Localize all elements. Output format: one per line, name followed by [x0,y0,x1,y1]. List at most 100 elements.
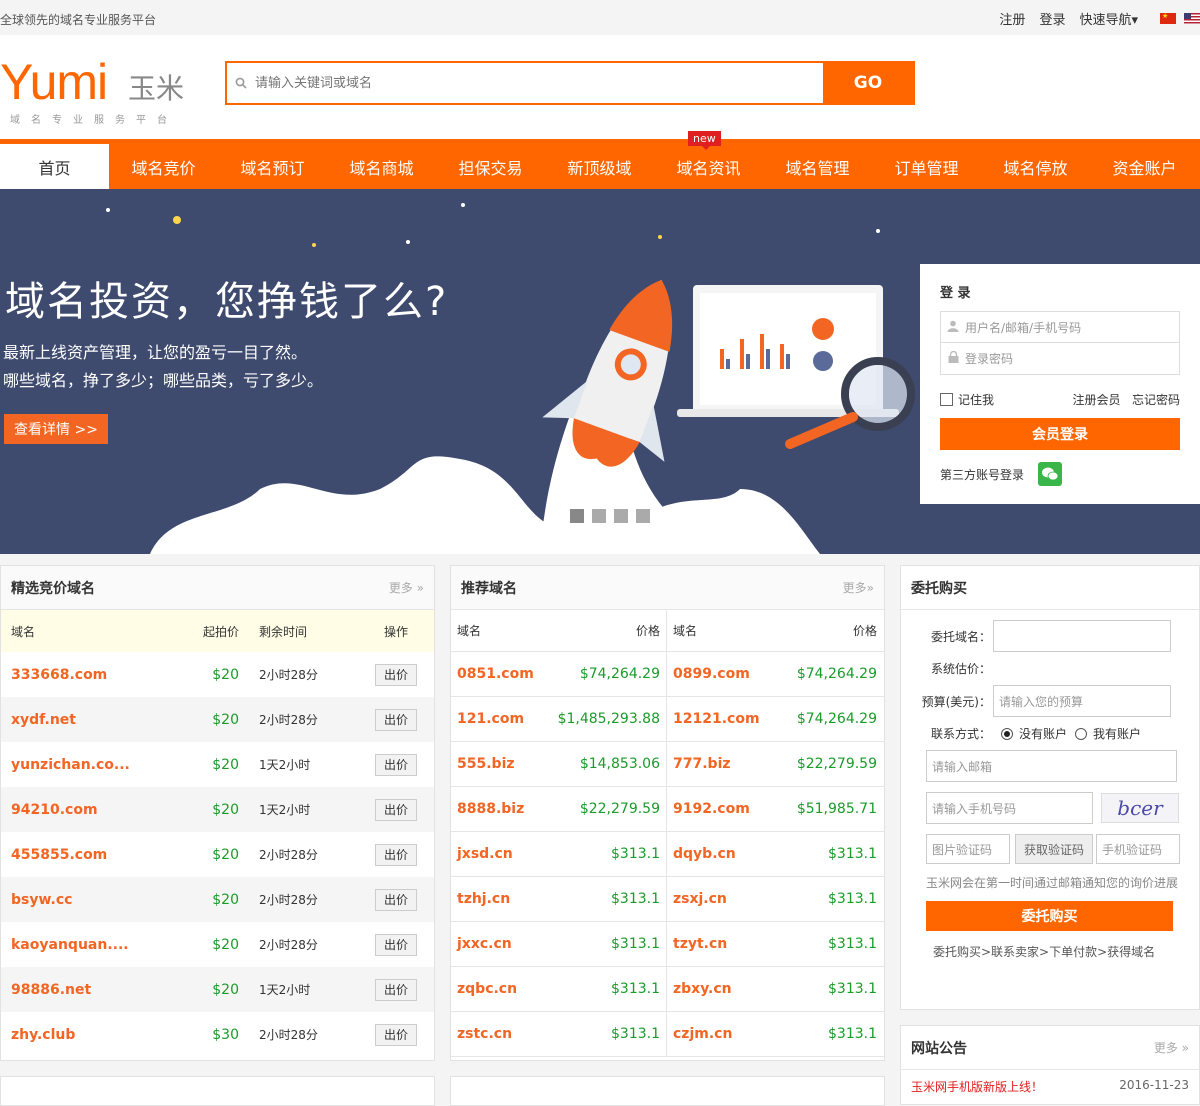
domain-link[interactable]: 12121.com [673,711,760,727]
nav-item[interactable]: 首页 [0,144,109,189]
domain-link[interactable]: jxsd.cn [457,846,513,862]
entrust-domain-input[interactable] [993,620,1171,652]
nav-item[interactable]: 域名竞价 [109,139,218,189]
nav-item-label: 域名竞价 [131,159,196,178]
password-field[interactable]: 登录密码 [940,343,1180,375]
china-flag-icon[interactable] [1160,12,1176,24]
time-left: 2小时28分 [259,848,318,862]
email-input[interactable]: 请输入邮箱 [926,750,1177,782]
domain-link[interactable]: tzyt.cn [673,936,727,952]
nav-item[interactable]: 域名停放 [981,139,1090,189]
nav-item[interactable]: 域名资讯 new [654,131,763,189]
recommend-cell: 777.biz $22,279.59 [667,742,883,786]
table-row: zqbc.cn $313.1 zbxy.cn $313.1 [451,967,884,1012]
domain-price: $313.1 [828,891,877,907]
bid-button[interactable]: 出价 [375,1023,417,1046]
username-field[interactable]: 用户名/邮箱/手机号码 [940,311,1180,343]
bid-button[interactable]: 出价 [375,753,417,776]
domain-link[interactable]: 333668.com [1,667,161,683]
domain-link[interactable]: tzhj.cn [457,891,510,907]
remember-me-checkbox[interactable]: 记住我 [940,391,994,408]
domain-link[interactable]: zsxj.cn [673,891,727,907]
login-link[interactable]: 登录 [1039,9,1065,28]
carousel-dot[interactable] [570,509,584,523]
nav-item[interactable]: 域名商城 [327,139,436,189]
domain-link[interactable]: zqbc.cn [457,981,517,997]
bid-button[interactable]: 出价 [375,888,417,911]
domain-link[interactable]: 455855.com [1,847,161,863]
domain-link[interactable]: kaoyanquan.... [1,937,161,953]
bid-button[interactable]: 出价 [375,798,417,821]
domain-link[interactable]: bsyw.cc [1,892,161,908]
register-link[interactable]: 注册 [999,9,1025,28]
budget-input[interactable]: 请输入您的预算 [993,685,1171,717]
no-account-radio[interactable] [1001,727,1013,740]
domain-link[interactable]: zbxy.cn [673,981,732,997]
header: Yumi 玉米 域名专业服务平台 GO [0,35,1200,139]
recommend-more-link[interactable]: 更多» [843,579,874,596]
nav-item[interactable]: 订单管理 [872,139,981,189]
image-code-input[interactable]: 图片验证码 [926,834,1010,864]
domain-link[interactable]: dqyb.cn [673,846,736,862]
login-links: 注册会员 忘记密码 [1073,391,1180,408]
domain-link[interactable]: zhy.club [1,1027,161,1043]
phone-code-input[interactable]: 手机验证码 [1096,834,1180,864]
us-flag-icon[interactable] [1184,13,1200,24]
domain-link[interactable]: zstc.cn [457,1026,512,1042]
forgot-password-link[interactable]: 忘记密码 [1132,393,1180,407]
domain-price: $313.1 [828,1026,877,1042]
bid-button[interactable]: 出价 [375,978,417,1001]
domain-link[interactable]: 0851.com [457,666,534,682]
notice-item-title: 玉米网手机版新版上线！ [911,1080,1044,1094]
time-left: 1天2小时 [259,758,311,772]
carousel-dot[interactable] [592,509,606,523]
domain-link[interactable]: czjm.cn [673,1026,732,1042]
banner-details-button[interactable]: 查看详情 >> [4,414,108,444]
register-member-link[interactable]: 注册会员 [1073,393,1121,407]
carousel-dot[interactable] [636,509,650,523]
table-row: 94210.com $20 1天2小时 出价 [1,787,434,832]
carousel-dots [570,509,658,523]
bid-button[interactable]: 出价 [375,933,417,956]
domain-link[interactable]: 555.biz [457,756,515,772]
quick-nav-link[interactable]: 快速导航▾ [1079,9,1138,28]
domain-link[interactable]: xydf.net [1,712,161,728]
nav-item[interactable]: 域名管理 [763,139,872,189]
bid-cell: 出价 [361,933,431,956]
carousel-dot[interactable] [614,509,628,523]
bid-button[interactable]: 出价 [375,663,417,686]
has-account-radio[interactable] [1075,727,1088,740]
bid-button[interactable]: 出价 [375,708,417,731]
nav-item[interactable]: 担保交易 [436,139,545,189]
domain-link[interactable]: jxxc.cn [457,936,512,952]
nav-item[interactable]: 资金账户 [1090,139,1199,189]
bid-button[interactable]: 出价 [375,843,417,866]
search-go-button[interactable]: GO [823,63,913,103]
domain-link[interactable]: 0899.com [673,666,750,682]
logo[interactable]: Yumi 玉米 域名专业服务平台 [0,57,184,126]
search-input[interactable] [255,63,823,103]
entrust-submit-button[interactable]: 委托购买 [926,901,1173,931]
nav-item[interactable]: 域名预订 [218,139,327,189]
top-links: 注册 登录 快速导航▾ [999,9,1200,28]
domain-link[interactable]: 94210.com [1,802,161,818]
auction-more-link[interactable]: 更多 » [389,579,424,596]
domain-link[interactable]: 9192.com [673,801,750,817]
domain-price: $74,264.29 [796,711,877,727]
nav-item[interactable]: 新顶级域 [545,139,654,189]
domain-link[interactable]: yunzichan.co... [1,757,161,773]
domain-link[interactable]: 8888.biz [457,801,524,817]
notice-item[interactable]: 玉米网手机版新版上线！ 2016-11-23 [901,1070,1199,1095]
col-domain: 域名 [11,624,36,639]
table-row: 121.com $1,485,293.88 12121.com $74,264.29 [451,697,884,742]
domain-link[interactable]: 777.biz [673,756,731,772]
login-box: 登 录 用户名/邮箱/手机号码 登录密码 记住我 注册会员 忘记密码 会员登录 … [920,264,1200,504]
member-login-button[interactable]: 会员登录 [940,418,1180,450]
domain-link[interactable]: 98886.net [1,982,161,998]
domain-link[interactable]: 121.com [457,711,524,727]
captcha-image[interactable]: bcer [1101,793,1179,823]
get-code-button[interactable]: 获取验证码 [1015,834,1093,864]
notice-more-link[interactable]: 更多 » [1154,1039,1189,1056]
wechat-icon[interactable] [1038,462,1063,486]
phone-input[interactable]: 请输入手机号码 [926,792,1093,824]
